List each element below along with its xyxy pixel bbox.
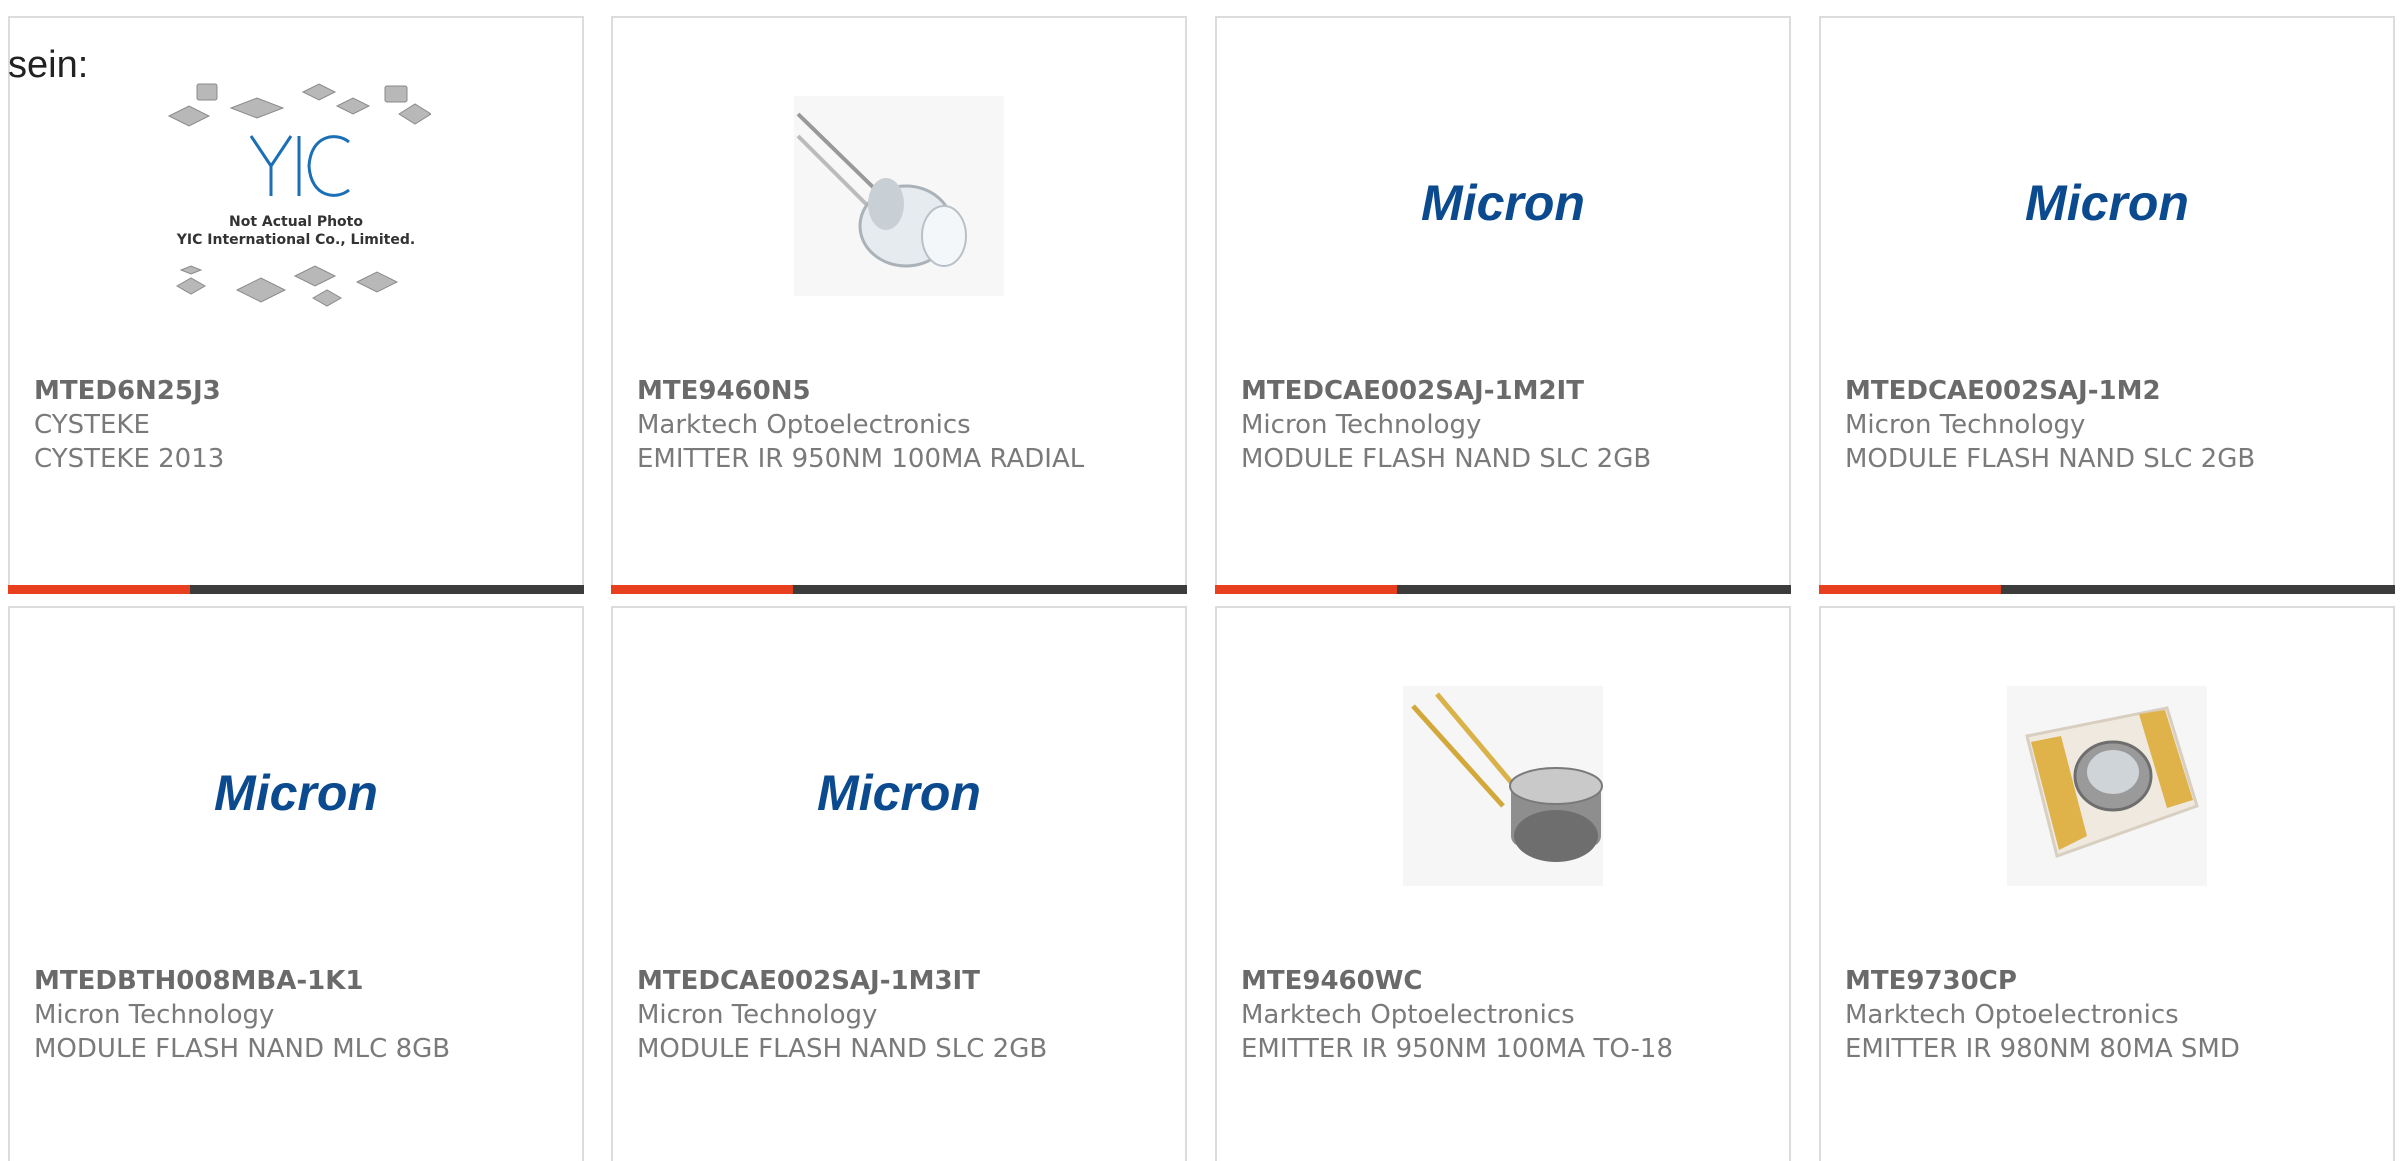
product-card[interactable]: Micron MTEDBTH008MBA-1K1 Micron Technolo… — [8, 606, 584, 1161]
description: EMITTER IR 980NM 80MA SMD — [1845, 1034, 2240, 1064]
card-accent-bar — [611, 585, 793, 594]
product-card[interactable]: Micron MTEDCAE002SAJ-1M2 Micron Technolo… — [1819, 16, 2395, 594]
description: MODULE FLASH NAND SLC 2GB — [1845, 444, 2256, 474]
manufacturer: Marktech Optoelectronics — [637, 410, 971, 440]
micron-logo: Micron — [1421, 175, 1585, 231]
manufacturer: CYSTEKE — [34, 410, 150, 440]
to18-can-photo — [1403, 686, 1603, 886]
product-image[interactable]: Micron — [613, 748, 1185, 838]
product-image[interactable] — [613, 96, 1185, 296]
card-bottom-bar — [8, 585, 584, 594]
description: MODULE FLASH NAND MLC 8GB — [34, 1034, 451, 1064]
part-number-link[interactable]: MTED6N25J3 — [34, 374, 562, 408]
micron-logo: Micron — [2025, 175, 2189, 231]
product-image[interactable] — [1821, 686, 2393, 886]
product-image[interactable]: Micron — [10, 748, 582, 838]
part-number-link[interactable]: MTEDCAE002SAJ-1M2 — [1845, 374, 2373, 408]
svg-text:Micron: Micron — [1421, 175, 1585, 231]
svg-text:Micron: Micron — [817, 765, 981, 821]
part-number-link[interactable]: MTEDCAE002SAJ-1M2IT — [1241, 374, 1769, 408]
product-image[interactable]: Micron — [1217, 158, 1789, 248]
svg-text:Micron: Micron — [2025, 175, 2189, 231]
product-card[interactable]: MTE9460N5 Marktech Optoelectronics EMITT… — [611, 16, 1187, 594]
product-card[interactable]: MTE9460WC Marktech Optoelectronics EMITT… — [1215, 606, 1791, 1161]
description: MODULE FLASH NAND SLC 2GB — [1241, 444, 1652, 474]
manufacturer: Micron Technology — [1241, 410, 1482, 440]
part-number-link[interactable]: MTE9460N5 — [637, 374, 1165, 408]
card-accent-bar — [1819, 585, 2001, 594]
part-number-link[interactable]: MTE9730CP — [1845, 964, 2373, 998]
micron-logo: Micron — [214, 765, 378, 821]
description: CYSTEKE 2013 — [34, 444, 225, 474]
part-number-link[interactable]: MTEDCAE002SAJ-1M3IT — [637, 964, 1165, 998]
led-radial-photo — [794, 96, 1004, 296]
micron-logo: Micron — [817, 765, 981, 821]
intro-text: sein: — [8, 44, 89, 86]
description: EMITTER IR 950NM 100MA RADIAL — [637, 444, 1085, 474]
yic-placeholder-photo: Not Actual Photo YIC International Co., … — [167, 83, 431, 307]
card-bottom-bar — [1215, 585, 1791, 594]
manufacturer: Micron Technology — [34, 1000, 275, 1030]
description: MODULE FLASH NAND SLC 2GB — [637, 1034, 1048, 1064]
part-number-link[interactable]: MTEDBTH008MBA-1K1 — [34, 964, 562, 998]
smd-emitter-photo — [2007, 686, 2207, 886]
part-number-link[interactable]: MTE9460WC — [1241, 964, 1769, 998]
product-image[interactable]: Not Actual Photo YIC International Co., … — [10, 83, 582, 307]
card-accent-bar — [8, 585, 190, 594]
product-image[interactable] — [1217, 686, 1789, 886]
manufacturer: Micron Technology — [1845, 410, 2086, 440]
manufacturer: Micron Technology — [637, 1000, 878, 1030]
product-grid-page: sein: Not Actual Photo YIC International… — [0, 0, 2400, 1161]
placeholder-line2: YIC International Co., Limited. — [176, 232, 415, 248]
product-card[interactable]: Micron MTEDCAE002SAJ-1M2IT Micron Techno… — [1215, 16, 1791, 594]
product-image[interactable]: Micron — [1821, 158, 2393, 248]
svg-text:Micron: Micron — [214, 765, 378, 821]
product-card[interactable]: Not Actual Photo YIC International Co., … — [8, 16, 584, 594]
placeholder-line1: Not Actual Photo — [229, 214, 363, 230]
manufacturer: Marktech Optoelectronics — [1845, 1000, 2179, 1030]
product-card[interactable]: Micron MTEDCAE002SAJ-1M3IT Micron Techno… — [611, 606, 1187, 1161]
product-card[interactable]: MTE9730CP Marktech Optoelectronics EMITT… — [1819, 606, 2395, 1161]
description: EMITTER IR 950NM 100MA TO-18 — [1241, 1034, 1674, 1064]
card-bottom-bar — [1819, 585, 2395, 594]
card-bottom-bar — [611, 585, 1187, 594]
manufacturer: Marktech Optoelectronics — [1241, 1000, 1575, 1030]
card-accent-bar — [1215, 585, 1397, 594]
